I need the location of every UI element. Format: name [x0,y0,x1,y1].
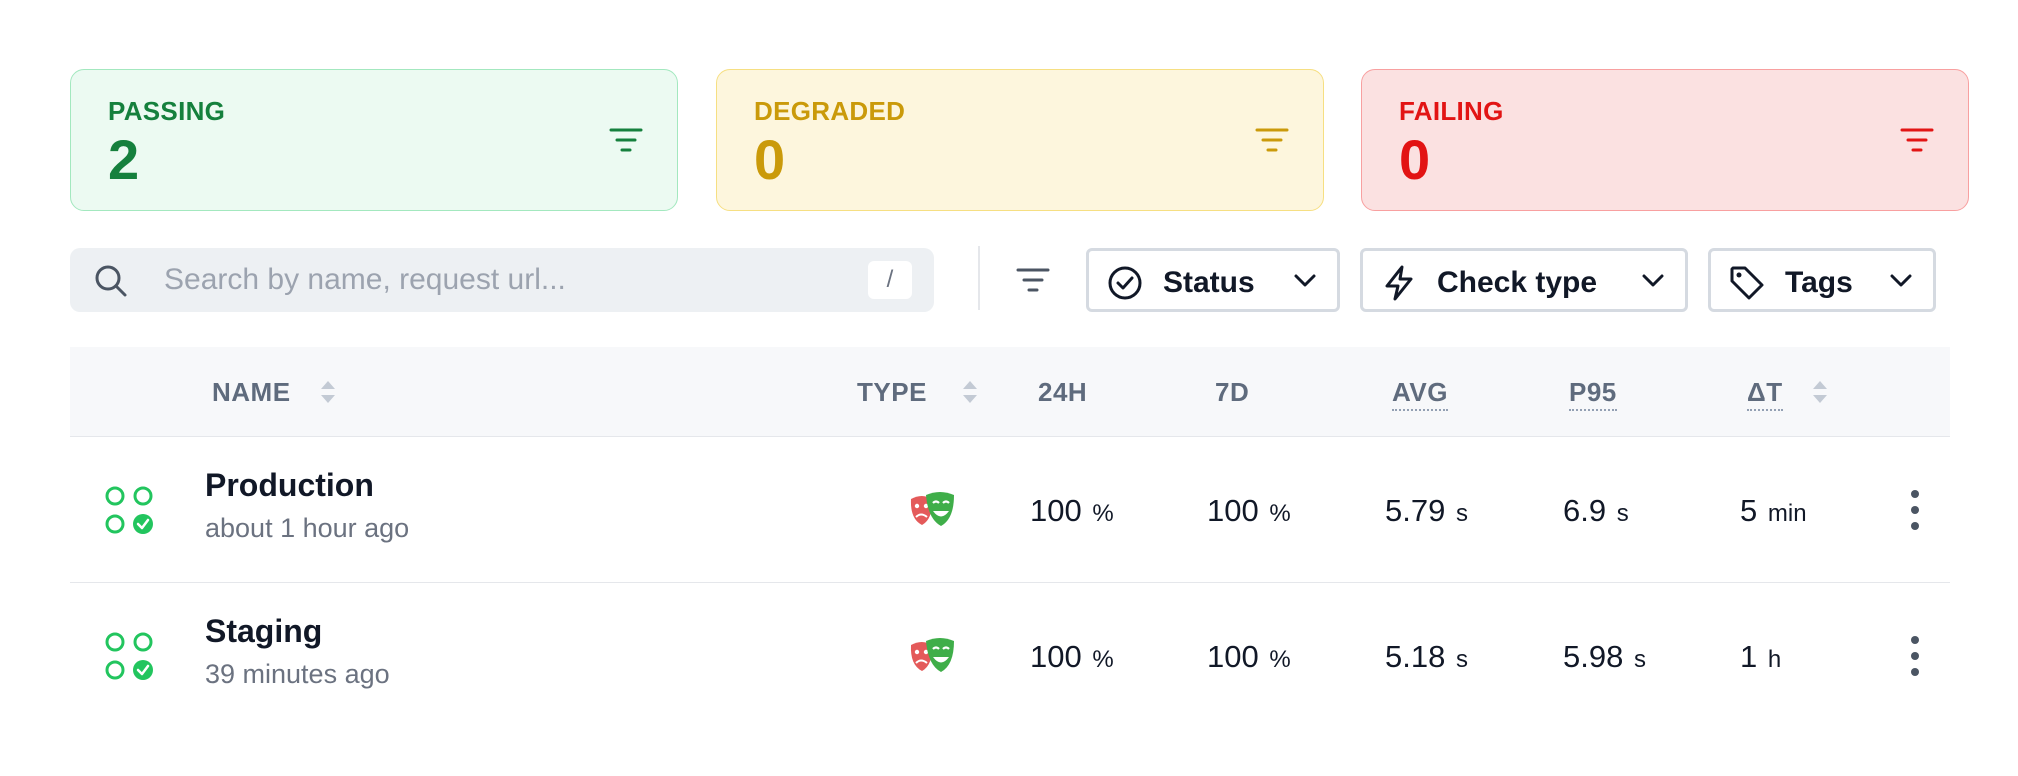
chevron-down-icon [1642,274,1664,287]
availability-24h: 100 % [1030,493,1114,528]
degraded-label: DEGRADED [754,96,906,126]
check-name[interactable]: Production [205,467,374,504]
tags-dropdown-label: Tags [1785,266,1853,299]
availability-7d: 100 % [1207,639,1291,674]
column-header-p95[interactable]: P95 [1569,377,1617,411]
p95-response: 6.9 s [1563,493,1629,528]
check-type-dropdown[interactable]: Check type [1360,248,1688,312]
filter-icon[interactable] [1900,125,1934,155]
sort-icon[interactable] [320,380,336,404]
delta-t: 5 min [1740,493,1807,528]
passing-count: 2 [108,128,140,191]
passing-card[interactable]: PASSING 2 [70,69,678,211]
avg-response: 5.79 s [1385,493,1468,528]
availability-7d: 100 % [1207,493,1291,528]
check-name[interactable]: Staging [205,613,322,650]
theater-masks-icon [909,490,956,528]
table-row[interactable]: Production about 1 hour ago 100 % 100 % … [70,437,1950,583]
summary-cards: PASSING 2 DEGRADED 0 FAILING 0 [70,69,1969,211]
search-input[interactable] [164,258,804,302]
more-options-icon[interactable] [1908,635,1922,677]
column-header-name[interactable]: NAME [212,377,291,408]
status-dropdown-label: Status [1163,266,1255,299]
chevron-down-icon [1890,274,1912,287]
delta-t: 1 h [1740,639,1782,674]
search-icon [95,265,127,297]
column-header-avg[interactable]: AVG [1392,377,1448,411]
lightning-icon [1385,265,1413,301]
filter-icon[interactable] [1255,125,1289,155]
filter-icon[interactable] [1016,265,1050,295]
passing-label: PASSING [108,96,226,126]
table-header: NAME TYPE 24H 7D AVG P95 ΔT [70,347,1950,437]
sort-icon[interactable] [1812,380,1828,404]
column-header-24h: 24H [1038,377,1088,407]
degraded-card[interactable]: DEGRADED 0 [716,69,1324,211]
degraded-count: 0 [754,128,786,191]
chevron-down-icon [1294,274,1316,287]
status-indicator-icon [105,632,154,681]
status-dropdown[interactable]: Status [1086,248,1340,312]
sort-icon[interactable] [962,380,978,404]
check-type-dropdown-label: Check type [1437,266,1598,299]
column-header-7d: 7D [1215,377,1250,407]
failing-card[interactable]: FAILING 0 [1361,69,1969,211]
p95-response: 5.98 s [1563,639,1646,674]
status-indicator-icon [105,486,154,535]
search-box[interactable]: / [70,248,934,312]
more-options-icon[interactable] [1908,489,1922,531]
last-run-time: 39 minutes ago [205,659,390,689]
theater-masks-icon [909,636,956,674]
column-header-type[interactable]: TYPE [857,377,927,408]
column-header-delta-t[interactable]: ΔT [1747,377,1783,411]
table-row[interactable]: Staging 39 minutes ago 100 % 100 % 5.18 … [70,583,1950,729]
last-run-time: about 1 hour ago [205,513,410,543]
failing-label: FAILING [1399,96,1504,126]
availability-24h: 100 % [1030,639,1114,674]
tags-dropdown[interactable]: Tags [1708,248,1936,312]
filter-icon[interactable] [609,125,643,155]
avg-response: 5.18 s [1385,639,1468,674]
check-circle-icon [1108,266,1142,300]
tag-icon [1730,266,1764,300]
toolbar-divider [978,246,980,310]
search-shortcut-key: / [868,261,912,299]
failing-count: 0 [1399,128,1431,191]
